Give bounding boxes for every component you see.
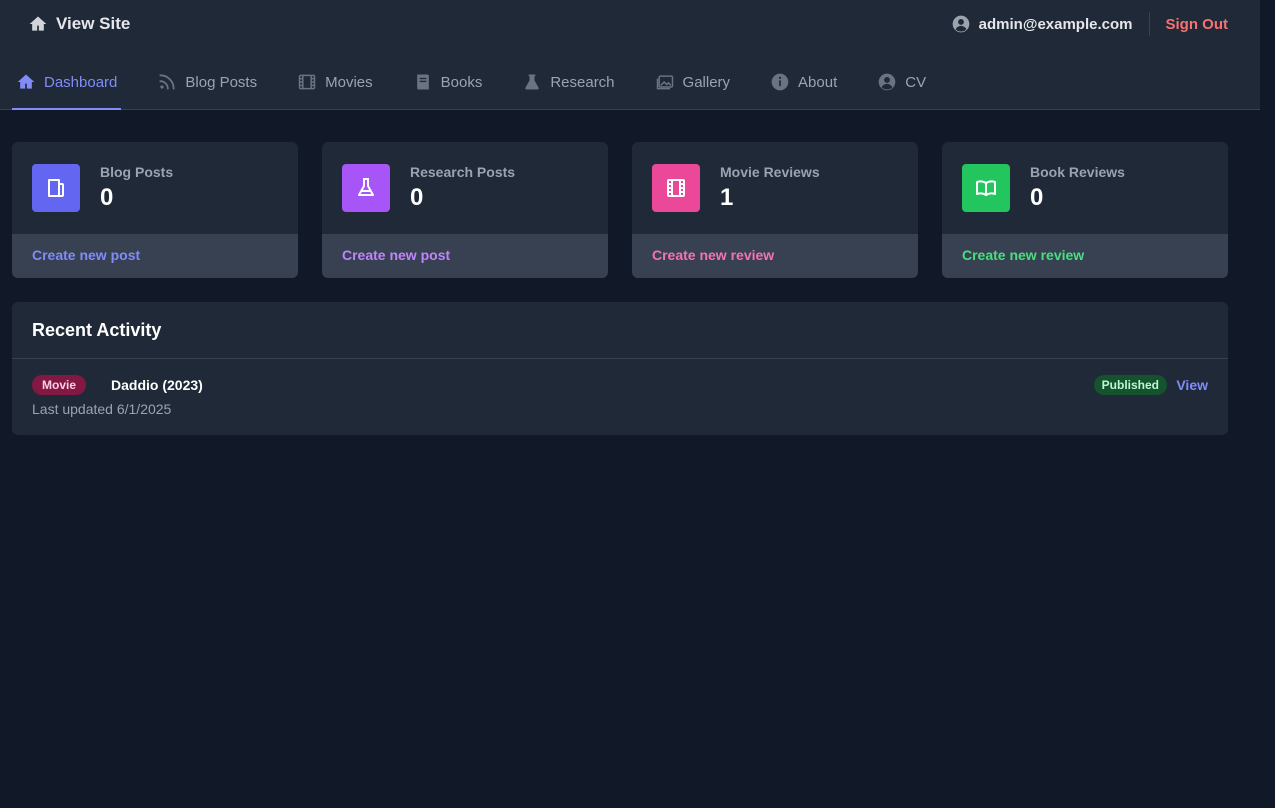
tab-blog-posts[interactable]: Blog Posts: [153, 56, 261, 110]
card-count: 0: [410, 184, 424, 211]
sign-out-button[interactable]: Sign Out: [1150, 16, 1229, 33]
tab-label: Dashboard: [44, 73, 118, 91]
create-book-review-link[interactable]: Create new review: [942, 234, 1228, 278]
stat-card-book-reviews: Book Reviews 0 Create new review: [942, 142, 1228, 278]
home-icon: [29, 16, 47, 31]
create-blog-post-link[interactable]: Create new post: [12, 234, 298, 278]
home-icon: [17, 74, 35, 89]
info-icon: [771, 73, 789, 91]
create-research-post-link[interactable]: Create new post: [322, 234, 608, 278]
tab-movies[interactable]: Movies: [293, 56, 377, 110]
view-site-link[interactable]: View Site: [28, 14, 130, 34]
tab-books[interactable]: Books: [409, 56, 487, 110]
create-movie-review-link[interactable]: Create new review: [632, 234, 918, 278]
stats-cards: Blog Posts 0 Create new post Research Po…: [12, 142, 1228, 278]
book-icon: [416, 74, 429, 90]
card-count: 1: [720, 184, 734, 211]
tab-label: Books: [440, 73, 483, 91]
tab-label: About: [798, 73, 838, 91]
type-badge: Movie: [32, 375, 87, 395]
tab-about[interactable]: About: [766, 56, 841, 110]
card-count: 0: [1030, 184, 1044, 211]
document-icon: [48, 179, 64, 197]
activity-item-title: Daddio (2023): [111, 377, 203, 393]
view-site-label: View Site: [56, 14, 131, 33]
main-tabs: Dashboard Blog Posts Movies Books Resear…: [12, 56, 962, 110]
tab-research[interactable]: Research: [518, 56, 618, 110]
card-label: Research Posts: [410, 164, 516, 180]
user-circle-icon: [952, 15, 969, 33]
user-area: admin@example.com Sign Out: [951, 12, 1228, 36]
recent-activity-panel: Recent Activity Movie Daddio (2023) Last…: [12, 302, 1228, 435]
card-icon-box: [962, 164, 1010, 212]
tab-label: Blog Posts: [185, 73, 258, 91]
tab-label: Movies: [325, 73, 373, 91]
card-icon-box: [32, 164, 80, 212]
stat-card-movie-reviews: Movie Reviews 1 Create new review: [632, 142, 918, 278]
top-navigation: View Site admin@example.com Sign Out Das…: [0, 0, 1260, 110]
book-open-icon: [976, 180, 996, 196]
rss-icon: [159, 74, 175, 90]
beaker-icon: [525, 74, 540, 90]
status-badge: Published: [1093, 375, 1167, 395]
user-account: admin@example.com: [951, 12, 1150, 36]
film-icon: [667, 179, 685, 197]
user-email: admin@example.com: [978, 15, 1133, 33]
beaker-icon: [358, 178, 374, 196]
stat-card-research-posts: Research Posts 0 Create new post: [322, 142, 608, 278]
stat-card-blog-posts: Blog Posts 0 Create new post: [12, 142, 298, 278]
view-link[interactable]: View: [1176, 377, 1208, 393]
film-icon: [298, 74, 316, 90]
card-label: Blog Posts: [100, 164, 174, 180]
card-label: Book Reviews: [1030, 164, 1125, 180]
images-icon: [656, 75, 673, 90]
card-icon-box: [342, 164, 390, 212]
card-icon-box: [652, 164, 700, 212]
card-label: Movie Reviews: [720, 164, 820, 180]
tab-cv[interactable]: CV: [873, 56, 930, 110]
activity-item-updated: Last updated 6/1/2025: [32, 401, 172, 417]
tab-label: Gallery: [682, 73, 731, 91]
activity-row: Movie Daddio (2023) Last updated 6/1/202…: [12, 359, 1228, 434]
tab-gallery[interactable]: Gallery: [651, 56, 735, 110]
card-count: 0: [100, 184, 114, 211]
tab-dashboard[interactable]: Dashboard: [12, 56, 122, 110]
recent-activity-title: Recent Activity: [12, 302, 1228, 359]
tab-label: CV: [905, 73, 927, 91]
tab-label: Research: [550, 73, 615, 91]
user-circle-icon: [878, 73, 896, 91]
